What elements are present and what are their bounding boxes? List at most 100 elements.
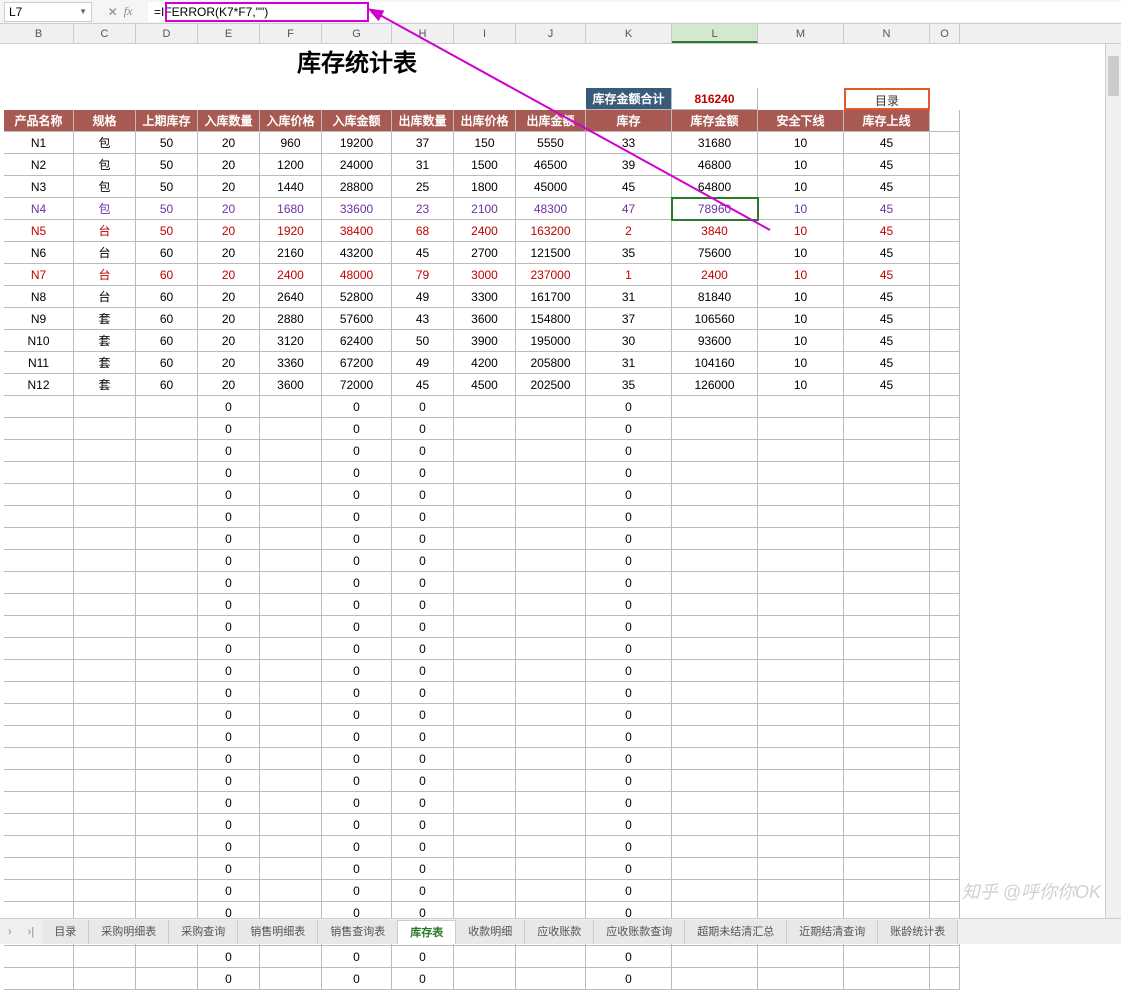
empty-cell[interactable] (74, 836, 136, 858)
data-cell[interactable]: 2400 (260, 264, 322, 286)
col-header-E[interactable]: E (198, 24, 260, 43)
empty-cell[interactable]: 0 (392, 682, 454, 704)
empty-cell[interactable] (844, 528, 930, 550)
data-cell[interactable]: 2400 (454, 220, 516, 242)
empty-cell[interactable] (844, 484, 930, 506)
empty-cell[interactable]: 0 (392, 506, 454, 528)
data-cell[interactable]: 126000 (672, 374, 758, 396)
empty-cell[interactable]: 0 (586, 528, 672, 550)
empty-cell[interactable] (136, 484, 198, 506)
empty-cell[interactable] (136, 638, 198, 660)
empty-cell[interactable] (454, 638, 516, 660)
empty-cell[interactable] (758, 858, 844, 880)
data-cell[interactable]: N9 (4, 308, 74, 330)
data-cell[interactable]: N12 (4, 374, 74, 396)
empty-cell[interactable]: 0 (586, 484, 672, 506)
sheet-tab[interactable]: 超期未结清汇总 (685, 920, 787, 944)
data-cell[interactable]: 46800 (672, 154, 758, 176)
data-cell[interactable]: 20 (198, 220, 260, 242)
empty-cell[interactable] (454, 660, 516, 682)
data-cell[interactable]: 24000 (322, 154, 392, 176)
empty-cell[interactable] (260, 726, 322, 748)
empty-cell[interactable] (844, 946, 930, 968)
empty-cell[interactable] (74, 506, 136, 528)
data-cell[interactable]: 1800 (454, 176, 516, 198)
empty-cell[interactable] (74, 572, 136, 594)
sheet-tab[interactable]: 收款明细 (456, 920, 525, 944)
data-cell[interactable]: 1680 (260, 198, 322, 220)
empty-cell[interactable] (260, 880, 322, 902)
empty-cell[interactable] (758, 660, 844, 682)
data-cell[interactable]: 35 (586, 242, 672, 264)
empty-cell[interactable] (454, 682, 516, 704)
data-cell[interactable]: 20 (198, 264, 260, 286)
empty-cell[interactable]: 0 (322, 968, 392, 990)
empty-cell[interactable] (844, 418, 930, 440)
empty-cell[interactable] (672, 704, 758, 726)
empty-cell[interactable] (4, 858, 74, 880)
empty-cell[interactable] (260, 462, 322, 484)
empty-cell[interactable] (844, 814, 930, 836)
empty-cell[interactable]: 0 (392, 880, 454, 902)
empty-cell[interactable]: 0 (322, 858, 392, 880)
empty-cell[interactable] (4, 440, 74, 462)
empty-cell[interactable] (516, 528, 586, 550)
empty-cell[interactable] (260, 572, 322, 594)
data-cell[interactable]: 49 (392, 352, 454, 374)
data-cell[interactable]: 包 (74, 154, 136, 176)
empty-cell[interactable] (4, 748, 74, 770)
empty-cell[interactable] (758, 396, 844, 418)
empty-cell[interactable] (672, 572, 758, 594)
empty-cell[interactable] (758, 506, 844, 528)
empty-cell[interactable] (74, 550, 136, 572)
empty-cell[interactable] (454, 528, 516, 550)
empty-cell[interactable]: 0 (198, 594, 260, 616)
empty-cell[interactable] (74, 880, 136, 902)
empty-cell[interactable] (454, 572, 516, 594)
empty-cell[interactable] (672, 484, 758, 506)
empty-cell[interactable] (454, 704, 516, 726)
table-header[interactable]: 入库金额 (322, 110, 392, 132)
data-cell[interactable]: 20 (198, 132, 260, 154)
empty-cell[interactable]: 0 (198, 792, 260, 814)
data-cell[interactable]: 45 (844, 352, 930, 374)
data-cell[interactable]: N7 (4, 264, 74, 286)
empty-cell[interactable] (4, 462, 74, 484)
data-cell[interactable]: 10 (758, 374, 844, 396)
empty-cell[interactable] (844, 770, 930, 792)
empty-cell[interactable] (260, 594, 322, 616)
empty-cell[interactable] (260, 836, 322, 858)
col-header-H[interactable]: H (392, 24, 454, 43)
blank[interactable] (516, 88, 586, 110)
empty-cell[interactable] (844, 550, 930, 572)
empty-cell[interactable] (4, 836, 74, 858)
table-header[interactable]: 安全下线 (758, 110, 844, 132)
empty-cell[interactable] (516, 550, 586, 572)
empty-cell[interactable] (74, 484, 136, 506)
empty-cell[interactable] (260, 418, 322, 440)
empty-cell[interactable] (4, 528, 74, 550)
data-cell[interactable]: 20 (198, 154, 260, 176)
data-cell[interactable]: 5550 (516, 132, 586, 154)
empty-cell[interactable] (454, 968, 516, 990)
empty-cell[interactable] (672, 638, 758, 660)
cancel-icon[interactable]: ✕ (108, 5, 118, 19)
empty-cell[interactable] (4, 814, 74, 836)
empty-cell[interactable]: 0 (322, 550, 392, 572)
name-box-dropdown-icon[interactable]: ▼ (79, 7, 87, 16)
empty-cell[interactable] (260, 858, 322, 880)
empty-cell[interactable] (516, 660, 586, 682)
table-header[interactable]: 库存上线 (844, 110, 930, 132)
empty-cell[interactable] (260, 814, 322, 836)
empty-cell[interactable]: 0 (586, 968, 672, 990)
data-cell[interactable]: 49 (392, 286, 454, 308)
empty-cell[interactable] (844, 462, 930, 484)
empty-cell[interactable] (260, 484, 322, 506)
data-cell[interactable]: 包 (74, 176, 136, 198)
empty-cell[interactable]: 0 (322, 528, 392, 550)
empty-cell[interactable] (260, 440, 322, 462)
data-cell[interactable]: 10 (758, 220, 844, 242)
data-cell[interactable]: 75600 (672, 242, 758, 264)
data-cell[interactable]: 48000 (322, 264, 392, 286)
empty-cell[interactable]: 0 (392, 968, 454, 990)
